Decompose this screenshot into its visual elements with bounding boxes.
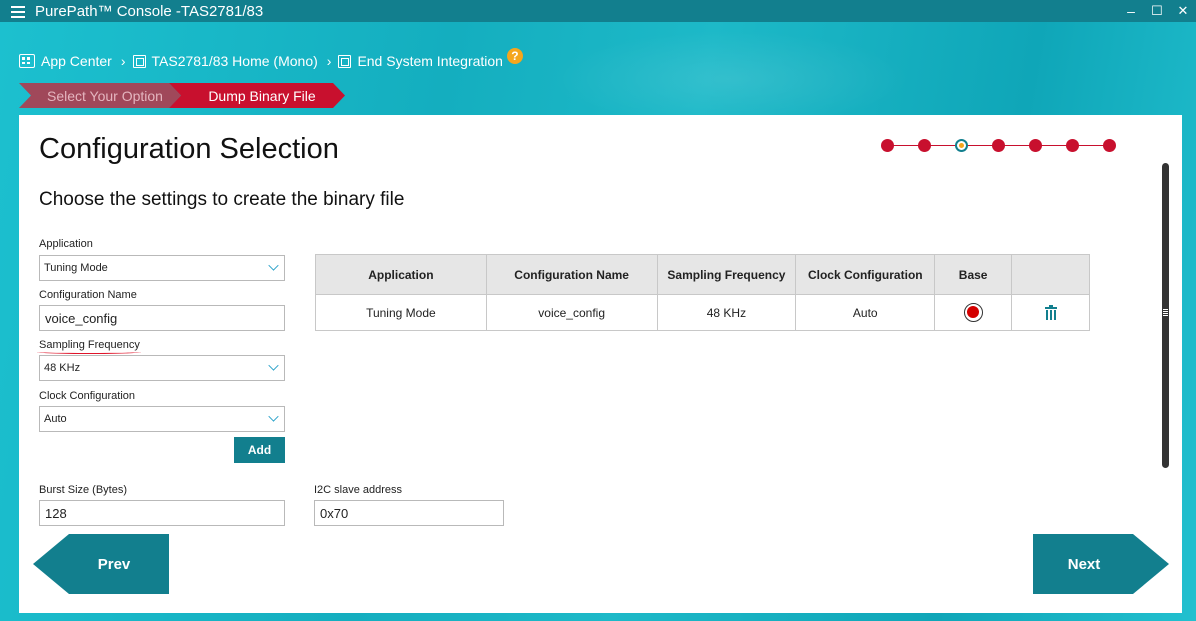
progress-dot [1103, 139, 1116, 152]
page-subtitle: Choose the settings to create the binary… [39, 189, 405, 210]
table-cell: 48 KHz [656, 294, 797, 331]
chevron-down-icon [268, 411, 279, 422]
table-cell: Auto [795, 294, 936, 331]
title-bar: PurePath™ Console -TAS2781/83 – ☐ ✕ [0, 0, 1196, 22]
table-header-row: Application Configuration Name Sampling … [315, 254, 1090, 295]
progress-dot [918, 139, 931, 152]
step-dump-binary-file[interactable]: Dump Binary File [169, 83, 345, 108]
clock-configuration-label: Clock Configuration [39, 390, 135, 402]
close-button[interactable]: ✕ [1170, 3, 1196, 19]
column-header: Configuration Name [485, 254, 658, 295]
breadcrumb: App Center › TAS2781/83 Home (Mono) › En… [19, 48, 523, 71]
step-label: Dump Binary File [208, 87, 316, 104]
application-select[interactable]: Tuning Mode [39, 255, 285, 281]
i2c-address-label: I2C slave address [314, 484, 403, 496]
progress-dot [1066, 139, 1079, 152]
delete-cell [1011, 294, 1090, 331]
background-decoration [520, 22, 940, 117]
breadcrumb-app-center[interactable]: App Center [19, 53, 112, 69]
chevron-down-icon [268, 360, 279, 371]
clock-configuration-select[interactable]: Auto [39, 406, 285, 432]
column-header: Clock Configuration [795, 254, 936, 295]
page-title: Configuration Selection [39, 133, 339, 165]
chevron-right-icon: › [120, 53, 126, 69]
base-radio[interactable] [963, 303, 983, 322]
progress-dot [992, 139, 1005, 152]
chip-icon [338, 54, 352, 68]
chip-icon [132, 54, 146, 68]
app-grid-icon [19, 54, 35, 68]
breadcrumb-label: End System Integration [357, 53, 503, 69]
chevron-down-icon [268, 260, 279, 271]
progress-dot [881, 139, 894, 152]
configuration-name-label: Configuration Name [39, 289, 137, 301]
main-panel: Configuration Selection Choose the setti… [19, 115, 1182, 613]
sampling-frequency-select[interactable]: 48 KHz [39, 355, 285, 381]
burst-size-input[interactable]: 128 [39, 500, 285, 526]
prev-button[interactable]: Prev [33, 534, 169, 594]
application-label: Application [39, 238, 93, 250]
progress-dot-current [955, 139, 968, 152]
configuration-table: Application Configuration Name Sampling … [315, 254, 1090, 331]
wizard-steps: Select Your Option Dump Binary File [19, 83, 349, 108]
column-header: Base [934, 254, 1013, 295]
burst-size-label: Burst Size (Bytes) [39, 484, 128, 496]
configuration-name-input[interactable]: voice_config [39, 305, 285, 331]
base-cell [934, 294, 1013, 331]
next-button[interactable]: Next [1033, 534, 1169, 594]
chevron-right-icon: › [326, 53, 332, 69]
help-icon[interactable]: ? [506, 48, 523, 64]
step-label: Select Your Option [47, 87, 163, 104]
column-header: Sampling Frequency [656, 254, 797, 295]
minimize-button[interactable]: – [1118, 3, 1144, 19]
window-title: PurePath™ Console -TAS2781/83 [35, 2, 264, 20]
trash-icon[interactable] [1044, 304, 1057, 320]
breadcrumb-device-home[interactable]: TAS2781/83 Home (Mono) [132, 53, 318, 69]
maximize-button[interactable]: ☐ [1144, 3, 1170, 19]
column-header [1011, 254, 1090, 295]
breadcrumb-end-system-integration[interactable]: End System Integration [338, 53, 503, 69]
breadcrumb-label: App Center [41, 53, 112, 69]
progress-indicator [881, 139, 1121, 153]
configuration-name-value: voice_config [45, 310, 118, 326]
application-value: Tuning Mode [44, 262, 108, 274]
i2c-address-input[interactable]: 0x70 [314, 500, 504, 526]
progress-dot [1029, 139, 1042, 152]
add-button[interactable]: Add [234, 437, 285, 463]
i2c-address-value: 0x70 [320, 505, 349, 521]
menu-icon[interactable] [11, 5, 25, 18]
annotation-underline [37, 350, 141, 354]
clock-configuration-value: Auto [44, 413, 67, 425]
table-cell: voice_config [485, 294, 658, 331]
sampling-frequency-value: 48 KHz [44, 362, 81, 374]
step-select-your-option[interactable]: Select Your Option [19, 83, 181, 108]
burst-size-value: 128 [45, 505, 67, 521]
table-row: Tuning Mode voice_config 48 KHz Auto [315, 294, 1090, 331]
breadcrumb-label: TAS2781/83 Home (Mono) [151, 53, 318, 69]
scrollbar-grip [1163, 309, 1168, 317]
table-cell: Tuning Mode [315, 294, 487, 331]
column-header: Application [315, 254, 487, 295]
